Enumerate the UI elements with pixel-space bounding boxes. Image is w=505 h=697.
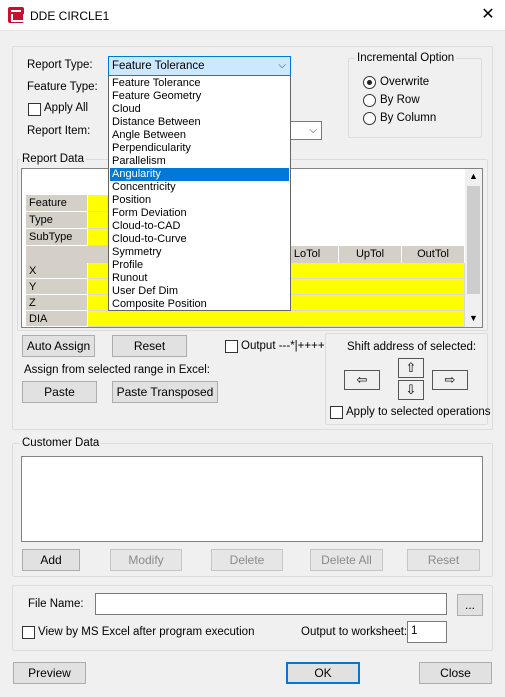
column-header-uptol: UpTol — [339, 246, 402, 263]
grid-cell[interactable] — [88, 195, 108, 212]
app-icon — [8, 7, 25, 23]
dropdown-option[interactable]: Composite Position — [110, 298, 289, 311]
output-label: Output ---*|++++ — [241, 340, 325, 352]
grid-cell[interactable] — [88, 212, 108, 229]
dropdown-option[interactable]: Parallelism — [110, 155, 289, 168]
shift-right-button[interactable]: ⇨ — [432, 370, 468, 390]
report-item-combo[interactable]: ⌵ — [288, 121, 322, 140]
chevron-down-icon: ⌵ — [309, 125, 317, 136]
report-type-combo[interactable]: Feature Tolerance ⌵ — [108, 56, 291, 76]
dropdown-option[interactable]: Feature Geometry — [110, 90, 289, 103]
customer-data-label: Customer Data — [20, 437, 102, 449]
apply-selected-checkbox[interactable] — [330, 406, 343, 419]
row-header-dia: DIA — [26, 311, 88, 327]
report-item-label: Report Item: — [27, 125, 91, 137]
radio-by-row[interactable] — [363, 94, 376, 107]
row-header-y: Y — [26, 279, 88, 295]
dropdown-option[interactable]: Symmetry — [110, 246, 289, 259]
browse-button[interactable]: ... — [457, 594, 483, 616]
report-data-label: Report Data — [20, 153, 87, 165]
dropdown-option[interactable]: Distance Between — [110, 116, 289, 129]
row-header-z: Z — [26, 295, 88, 311]
close-button[interactable]: Close — [419, 662, 492, 684]
scrollbar-thumb[interactable] — [467, 186, 480, 294]
row-header-feature: Feature — [26, 195, 88, 212]
dropdown-option[interactable]: Cloud — [110, 103, 289, 116]
grid-cell[interactable] — [88, 229, 108, 246]
output-worksheet-label: Output to worksheet: — [301, 626, 408, 638]
dropdown-option[interactable]: Runout — [110, 272, 289, 285]
add-button[interactable]: Add — [22, 549, 80, 571]
title-bar: DDE CIRCLE1 ✕ — [0, 0, 505, 31]
column-header-outtol: OutTol — [402, 246, 465, 263]
apply-all-checkbox[interactable] — [28, 103, 41, 116]
dropdown-option[interactable]: Form Deviation — [110, 207, 289, 220]
window-title: DDE CIRCLE1 — [30, 9, 110, 23]
reset-button[interactable]: Reset — [112, 335, 187, 357]
grid-row-dia[interactable] — [88, 311, 465, 327]
apply-all-label: Apply All — [44, 102, 89, 114]
close-icon[interactable]: ✕ — [476, 4, 500, 26]
report-type-dropdown-list[interactable]: Feature Tolerance Feature Geometry Cloud Di… — [108, 75, 291, 311]
view-excel-checkbox[interactable] — [22, 626, 35, 639]
report-type-label: Report Type: — [27, 59, 93, 71]
output-worksheet-input[interactable]: 1 — [407, 621, 447, 643]
radio-overwrite-label: Overwrite — [380, 76, 430, 88]
auto-assign-button[interactable]: Auto Assign — [22, 335, 95, 357]
view-excel-label: View by MS Excel after program execution — [38, 626, 255, 638]
radio-overwrite[interactable] — [363, 76, 376, 89]
row-header-subtype: SubType — [26, 229, 88, 246]
output-checkbox[interactable] — [225, 340, 238, 353]
file-name-label: File Name: — [28, 598, 84, 610]
radio-by-column-label: By Column — [380, 112, 437, 124]
shift-down-button[interactable]: ⇩ — [398, 380, 424, 400]
dropdown-option[interactable]: Perpendicularity — [110, 142, 289, 155]
assign-from-excel-label: Assign from selected range in Excel: — [24, 364, 211, 376]
ok-button[interactable]: OK — [286, 662, 360, 684]
paste-button[interactable]: Paste — [22, 381, 97, 403]
chevron-down-icon: ⌵ — [278, 60, 286, 71]
dropdown-option[interactable]: Angularity — [110, 168, 289, 181]
scroll-up-icon[interactable]: ▲ — [469, 171, 478, 181]
row-header-x: X — [26, 263, 88, 279]
preview-button[interactable]: Preview — [13, 662, 86, 684]
feature-type-label: Feature Type: — [27, 81, 98, 93]
dropdown-option[interactable]: Profile — [110, 259, 289, 272]
dropdown-option[interactable]: Cloud-to-Curve — [110, 233, 289, 246]
shift-up-button[interactable]: ⇧ — [398, 358, 424, 378]
dropdown-option[interactable]: Feature Tolerance — [110, 77, 289, 90]
scroll-down-icon[interactable]: ▼ — [469, 313, 478, 323]
delete-button[interactable]: Delete — [211, 549, 283, 571]
dropdown-option[interactable]: User Def Dim — [110, 285, 289, 298]
file-name-input[interactable] — [95, 593, 447, 615]
incremental-option-label: Incremental Option — [355, 52, 457, 64]
paste-transposed-button[interactable]: Paste Transposed — [112, 381, 218, 403]
dropdown-option[interactable]: Concentricity — [110, 181, 289, 194]
customer-reset-button[interactable]: Reset — [407, 549, 480, 571]
dropdown-option[interactable]: Position — [110, 194, 289, 207]
shift-left-button[interactable]: ⇦ — [344, 370, 380, 390]
row-header-type: Type — [26, 212, 88, 229]
delete-all-button[interactable]: Delete All — [310, 549, 383, 571]
customer-data-list[interactable] — [21, 456, 483, 542]
radio-by-row-label: By Row — [380, 94, 420, 106]
dropdown-option[interactable]: Angle Between — [110, 129, 289, 142]
apply-selected-label: Apply to selected operations — [346, 406, 491, 418]
radio-by-column[interactable] — [363, 112, 376, 125]
dropdown-option[interactable]: Cloud-to-CAD — [110, 220, 289, 233]
shift-address-label: Shift address of selected: — [347, 341, 477, 353]
report-type-value: Feature Tolerance — [112, 60, 205, 72]
modify-button[interactable]: Modify — [110, 549, 182, 571]
